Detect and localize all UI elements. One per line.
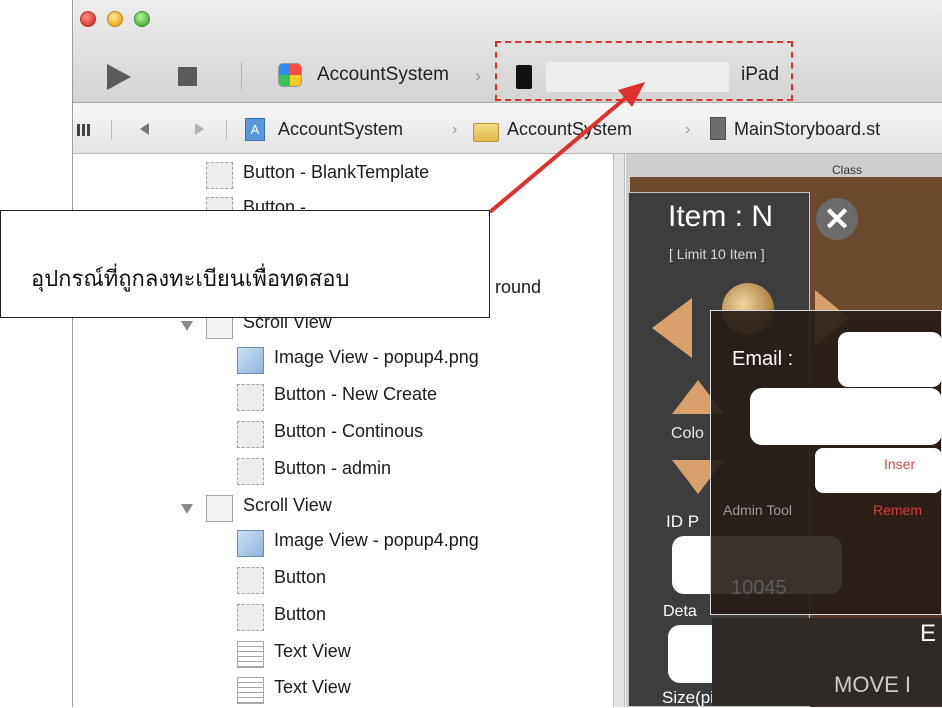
- outline-row[interactable]: Button - New Create: [73, 376, 613, 411]
- view-controller-scene[interactable]: [630, 177, 942, 707]
- scroll-view-icon: [206, 495, 233, 522]
- app-scheme-icon[interactable]: [278, 63, 302, 87]
- image-view-icon: [237, 530, 264, 557]
- storyboard-file-icon: [710, 117, 726, 140]
- breadcrumb-file[interactable]: MainStoryboard.st: [734, 119, 880, 140]
- zoom-window-button[interactable]: [134, 11, 150, 27]
- outline-row-label: Image View - popup4.png: [274, 347, 479, 367]
- outline-row-label: Text View: [274, 677, 351, 697]
- breadcrumb-chevron-icon: ›: [452, 121, 458, 138]
- xcode-project-icon: A: [245, 118, 265, 141]
- related-items-icon[interactable]: [77, 124, 91, 136]
- run-icon[interactable]: [107, 64, 131, 90]
- scheme-chevron-icon: ›: [475, 66, 481, 86]
- outline-row-label: Image View - popup4.png: [274, 530, 479, 550]
- text-view-icon: [237, 677, 264, 704]
- pane-splitter[interactable]: [613, 154, 625, 707]
- disclosure-triangle-icon[interactable]: [181, 321, 193, 331]
- jump-bar: A AccountSystem › AccountSystem › MainSt…: [73, 103, 942, 154]
- storyboard-canvas[interactable]: Class: [626, 154, 942, 707]
- outline-row-label: Button: [274, 567, 327, 587]
- class-label: Class: [832, 163, 863, 177]
- scheme-selector[interactable]: AccountSystem: [317, 64, 449, 86]
- device-highlight-box: [495, 41, 793, 101]
- toolbar-divider: [241, 62, 242, 90]
- folder-icon: [473, 123, 499, 142]
- forward-arrow-icon[interactable]: [195, 123, 204, 135]
- breadcrumb-chevron-icon: ›: [685, 121, 691, 138]
- outline-row[interactable]: Button - Continous: [73, 413, 613, 448]
- outline-row[interactable]: Image View - popup4.png: [73, 339, 613, 374]
- button-icon: [237, 384, 264, 411]
- text-view-icon: [237, 641, 264, 668]
- breadcrumb-project[interactable]: AccountSystem: [278, 119, 403, 140]
- image-view-icon: [237, 347, 264, 374]
- outline-row-label: Button - admin: [274, 458, 392, 478]
- outline-row[interactable]: Button - admin: [73, 450, 613, 485]
- button-icon: [237, 604, 264, 631]
- button-icon: [237, 567, 264, 594]
- outline-row-label: Scroll View: [243, 495, 332, 515]
- back-arrow-icon[interactable]: [140, 123, 149, 135]
- outline-row-label: Text View: [274, 641, 351, 661]
- minimize-window-button[interactable]: [107, 11, 123, 27]
- disclosure-triangle-icon[interactable]: [181, 504, 193, 514]
- stop-icon[interactable]: [178, 67, 197, 86]
- xcode-window: AccountSystem › iPad A AccountSystem › A…: [72, 0, 942, 707]
- button-icon: [237, 421, 264, 448]
- outline-row-label: Button - New Create: [274, 384, 438, 404]
- outline-row-label: Button - BlankTemplate: [243, 162, 430, 182]
- close-window-button[interactable]: [80, 11, 96, 27]
- outline-row-label: Button: [274, 604, 327, 624]
- outline-row[interactable]: Button: [73, 559, 613, 594]
- outline-row[interactable]: Text View: [73, 669, 613, 704]
- breadcrumb-folder[interactable]: AccountSystem: [507, 119, 632, 140]
- annotation-text: อุปกรณ์ที่ถูกลงทะเบียนเพื่อทดสอบ: [31, 267, 350, 292]
- annotation-callout: อุปกรณ์ที่ถูกลงทะเบียนเพื่อทดสอบ: [0, 210, 490, 318]
- outline-row[interactable]: Scroll View: [73, 487, 613, 522]
- outline-row[interactable]: Button - BlankTemplate: [73, 154, 613, 189]
- outline-row[interactable]: Image View - popup4.png: [73, 522, 613, 557]
- outline-row[interactable]: Text View: [73, 633, 613, 668]
- jumpbar-divider: [226, 120, 227, 140]
- outline-row-label: round: [495, 277, 542, 297]
- outline-row-label: Button - Continous: [274, 421, 424, 441]
- button-icon: [237, 458, 264, 485]
- jumpbar-divider: [111, 120, 112, 140]
- outline-row[interactable]: Button: [73, 596, 613, 631]
- button-icon: [206, 162, 233, 189]
